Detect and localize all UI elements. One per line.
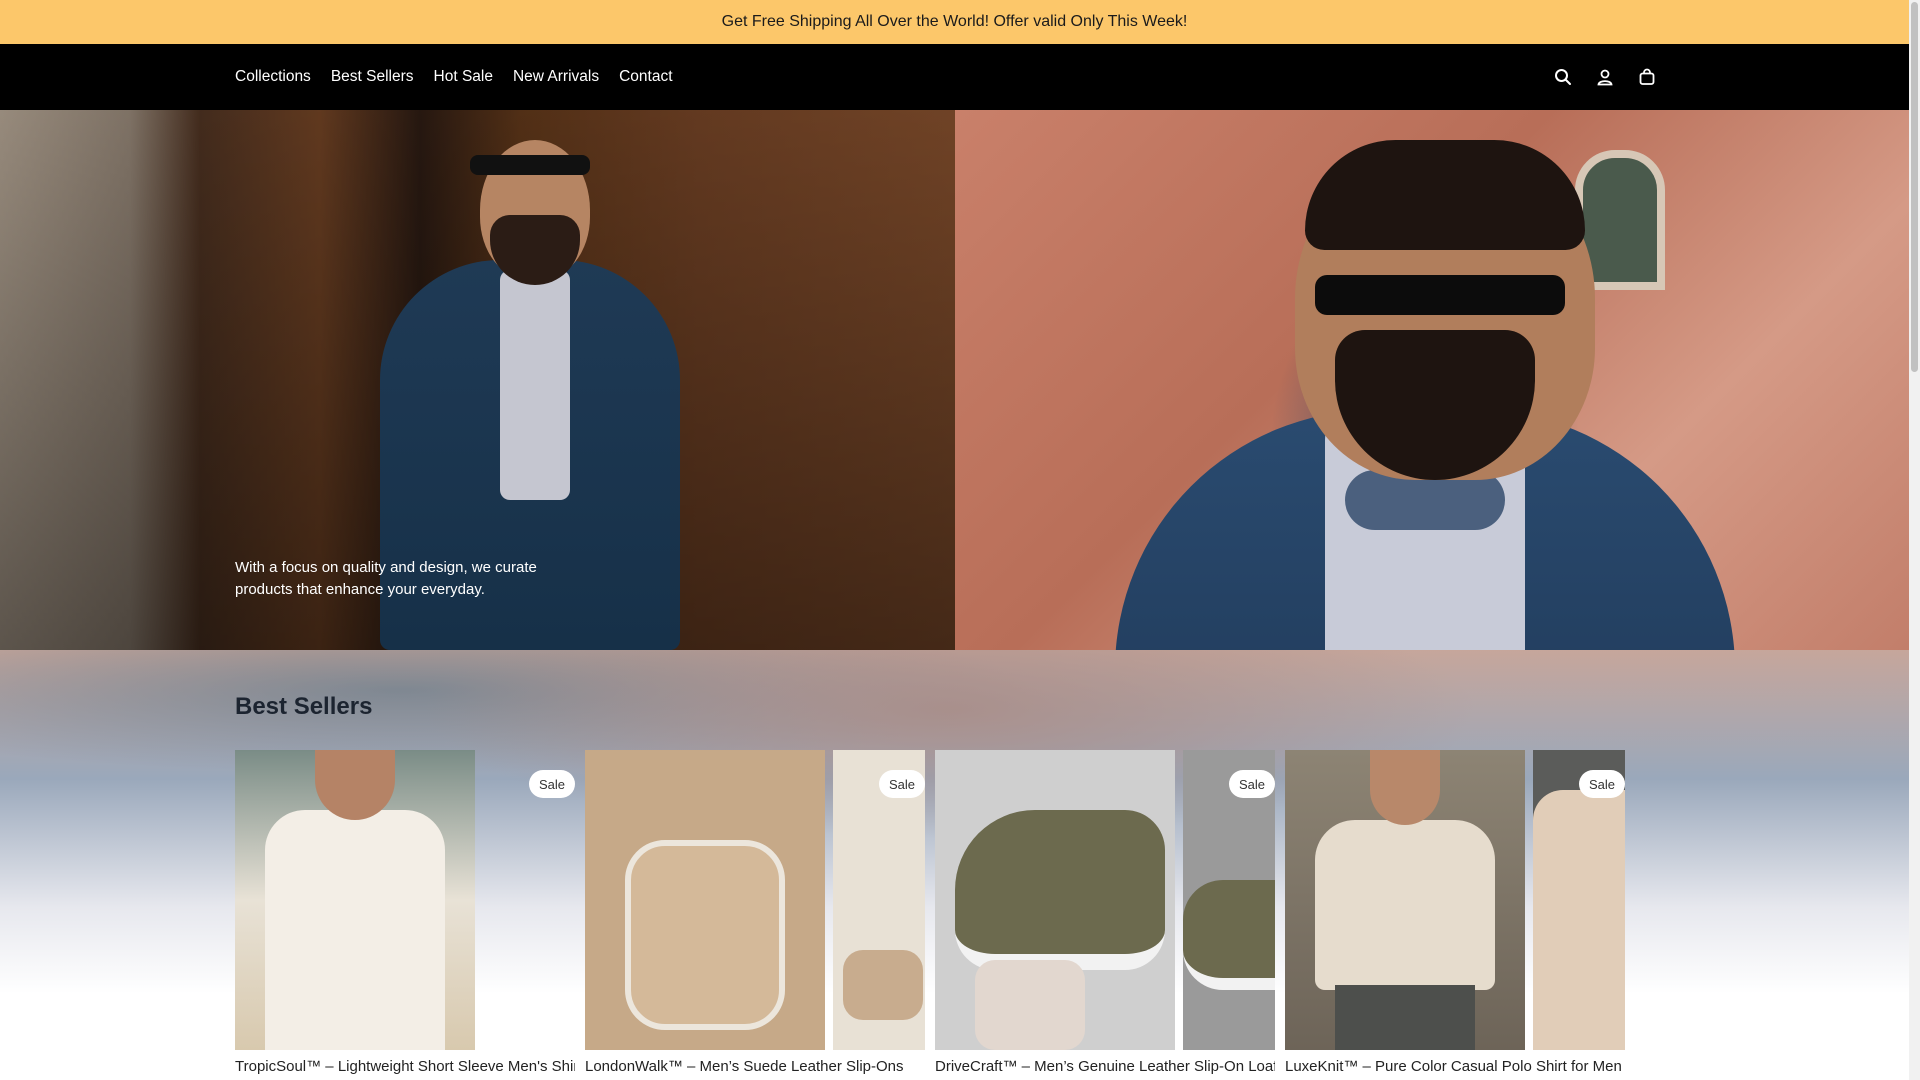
product-card[interactable]: Sale TropicSoul™ – Lightweight Short Sle… [235, 750, 575, 1080]
best-sellers-section: Best Sellers Sale TropicSoul™ – Lightwei… [0, 650, 1909, 1080]
product-media[interactable]: Sale [935, 750, 1275, 1050]
product-title[interactable]: LondonWalk™ – Men’s Suede Leather Slip-O… [585, 1058, 925, 1076]
product-image [935, 750, 1175, 1050]
product-title[interactable]: LuxeKnit™ – Pure Color Casual Polo Shirt… [1285, 1058, 1625, 1076]
page-scrollbar[interactable] [1909, 0, 1920, 1080]
header-icons [1552, 44, 1658, 110]
product-title[interactable]: TropicSoul™ – Lightweight Short Sleeve M… [235, 1058, 575, 1076]
product-image [235, 750, 475, 1050]
product-image [1285, 750, 1525, 1050]
account-icon[interactable] [1594, 66, 1616, 88]
product-card[interactable]: Sale LuxeKnit™ – Pure Color Casual Polo … [1285, 750, 1625, 1080]
product-card[interactable]: Sale LondonWalk™ – Men’s Suede Leather S… [585, 750, 925, 1080]
hero-tagline: With a focus on quality and design, we c… [235, 559, 537, 598]
nav-contact[interactable]: Contact [619, 68, 672, 86]
nav-collections[interactable]: Collections [235, 68, 311, 86]
section-title: Best Sellers [235, 693, 373, 720]
product-image [585, 750, 825, 1050]
announcement-text: Get Free Shipping All Over the World! Of… [721, 13, 1188, 30]
site-header: Collections Best Sellers Hot Sale New Ar… [0, 44, 1909, 110]
product-media[interactable]: Sale [585, 750, 925, 1050]
nav-hot-sale[interactable]: Hot Sale [434, 68, 493, 86]
product-media[interactable]: Sale [235, 750, 575, 1050]
product-title[interactable]: DriveCraft™ – Men’s Genuine Leather Slip… [935, 1058, 1275, 1076]
main-nav: Collections Best Sellers Hot Sale New Ar… [235, 44, 673, 110]
sale-badge: Sale [1579, 770, 1625, 798]
scrollbar-thumb[interactable] [1911, 2, 1918, 372]
sale-badge: Sale [879, 770, 925, 798]
product-media[interactable]: Sale [1285, 750, 1625, 1050]
nav-best-sellers[interactable]: Best Sellers [331, 68, 414, 86]
nav-new-arrivals[interactable]: New Arrivals [513, 68, 599, 86]
announcement-bar: Get Free Shipping All Over the World! Of… [0, 0, 1909, 44]
cart-icon[interactable] [1636, 66, 1658, 88]
search-icon[interactable] [1552, 66, 1574, 88]
product-card[interactable]: Sale DriveCraft™ – Men’s Genuine Leather… [935, 750, 1275, 1080]
sale-badge: Sale [529, 770, 575, 798]
product-carousel: Sale TropicSoul™ – Lightweight Short Sle… [235, 750, 1627, 1080]
hero-image-right [955, 110, 1909, 650]
sale-badge: Sale [1229, 770, 1275, 798]
hero-banner: With a focus on quality and design, we c… [0, 110, 1909, 650]
